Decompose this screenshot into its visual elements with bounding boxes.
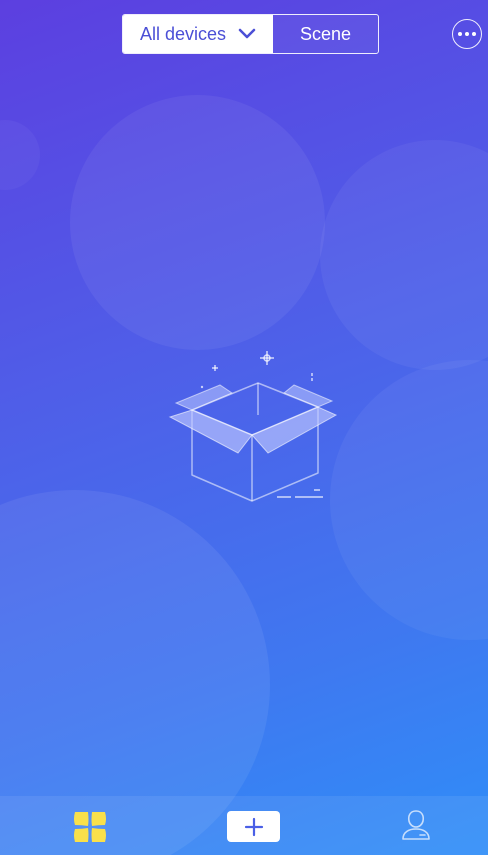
more-options-button[interactable]	[452, 19, 482, 49]
open-box-icon	[168, 351, 338, 502]
bottom-tab-bar	[0, 796, 488, 855]
scene-tab[interactable]: Scene	[273, 15, 378, 53]
ellipsis-dot	[458, 32, 462, 36]
all-devices-tab[interactable]: All devices	[123, 15, 273, 53]
background-bubble	[330, 360, 488, 640]
chevron-down-icon	[238, 28, 256, 39]
device-scene-switcher: All devices Scene	[122, 14, 379, 54]
background-bubble	[320, 140, 488, 370]
background-bubble	[70, 95, 325, 350]
plus-icon	[244, 817, 263, 836]
devices-grid-icon[interactable]	[73, 810, 107, 844]
scene-label: Scene	[299, 23, 352, 44]
ellipsis-dot	[472, 32, 476, 36]
app-screen: All devices Scene	[0, 0, 488, 855]
background-bubble	[0, 120, 40, 190]
all-devices-label: All devices	[139, 23, 227, 44]
ellipsis-dot	[465, 32, 469, 36]
user-profile-icon[interactable]	[400, 808, 432, 842]
add-device-button[interactable]	[227, 811, 280, 842]
